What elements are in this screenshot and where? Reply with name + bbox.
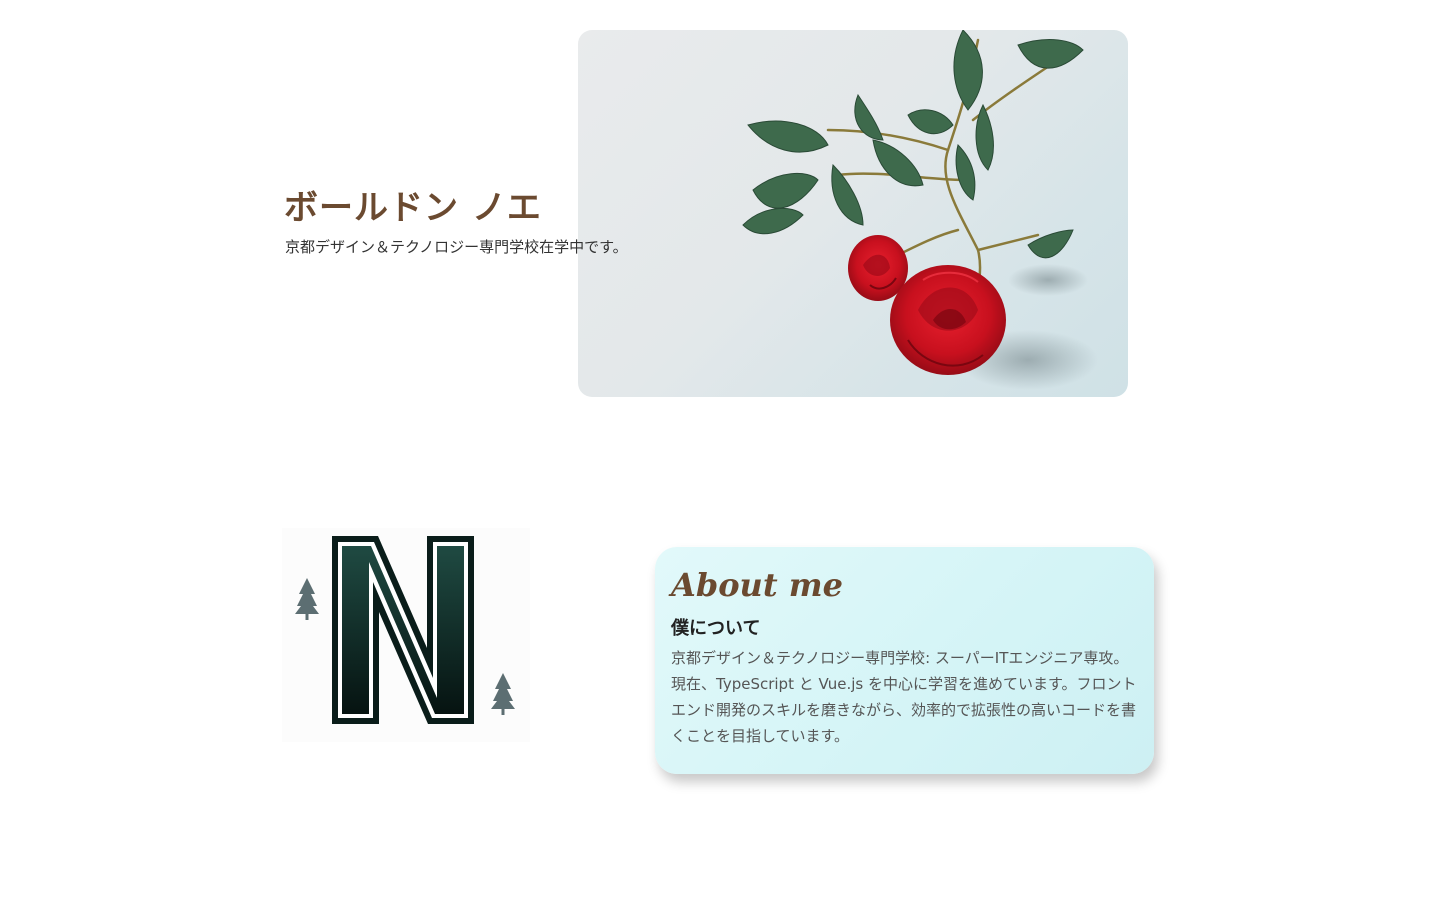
logo: [282, 528, 530, 742]
about-title: About me: [671, 566, 843, 604]
hero-name: ボールドン ノエ: [284, 188, 542, 228]
about-subtitle: 僕について: [671, 618, 761, 639]
about-card: About me 僕について 京都デザイン＆テクノロジー専門学校: スーパーIT…: [655, 547, 1154, 774]
tree-icon: [295, 578, 319, 620]
rose-photo-icon: [742, 30, 1098, 390]
n-logo-icon: [295, 536, 515, 724]
hero-image: [578, 30, 1128, 397]
about-body: 京都デザイン＆テクノロジー専門学校: スーパーITエンジニア専攻。 現在、Typ…: [671, 649, 1137, 745]
hero-subtitle: 京都デザイン＆テクノロジー専門学校在学中です。: [285, 238, 628, 256]
page: ボールドン ノエ 京都デザイン＆テクノロジー専門学校在学中です。 About m…: [0, 0, 1443, 913]
